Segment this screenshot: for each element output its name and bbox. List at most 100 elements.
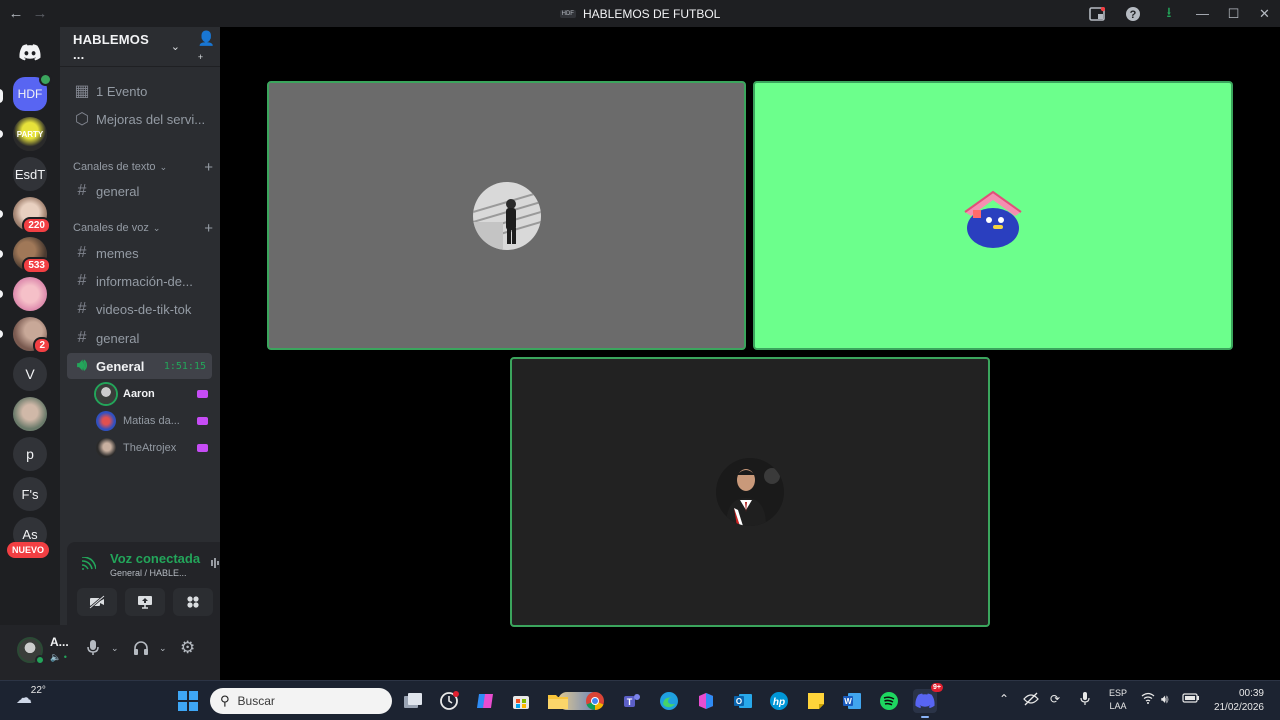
- unread-pill: [0, 210, 3, 218]
- avatar: [96, 438, 116, 458]
- server-p[interactable]: p: [13, 437, 47, 471]
- chevron-down-icon[interactable]: ⌄: [111, 643, 119, 654]
- voice-subtitle[interactable]: General / HABLE...: [110, 568, 187, 578]
- spotify-icon[interactable]: [877, 689, 901, 713]
- battery-icon[interactable]: [1182, 692, 1200, 707]
- headphones-icon[interactable]: [133, 640, 149, 660]
- file-explorer-icon[interactable]: [546, 689, 570, 713]
- taskbar-search[interactable]: ⚲ Buscar: [210, 688, 600, 714]
- system-clock[interactable]: 00:39 21/02/2026: [1210, 687, 1264, 715]
- screen-share-button[interactable]: [125, 588, 165, 616]
- participant-avatar: [716, 458, 784, 526]
- server-esdt[interactable]: EsdT: [13, 157, 47, 191]
- signal-icon[interactable]: [80, 556, 97, 574]
- hp-icon[interactable]: hp: [767, 689, 791, 713]
- channel-label: memes: [96, 245, 139, 261]
- server-dm-533[interactable]: 533: [13, 237, 51, 274]
- voice-user-aaron[interactable]: Aaron: [96, 383, 212, 405]
- weather-temp: 22°: [30, 685, 46, 696]
- weather-widget[interactable]: ☁ 22°: [16, 685, 50, 708]
- server-v[interactable]: V: [13, 357, 47, 391]
- maximize-icon[interactable]: ☐: [1218, 0, 1249, 27]
- voice-user-matias[interactable]: Matias da...: [96, 410, 212, 432]
- camera-off-button[interactable]: [77, 588, 117, 616]
- forward-arrow-icon[interactable]: →: [32, 5, 48, 22]
- participant-tile-matias[interactable]: [753, 81, 1233, 350]
- voice-user-name: Matias da...: [123, 415, 180, 427]
- tray-icon-eye-off[interactable]: [1023, 692, 1039, 709]
- add-channel-icon[interactable]: +: [204, 220, 213, 237]
- volume-icon[interactable]: 🔊︎: [1161, 692, 1169, 707]
- category-voice[interactable]: Canales de voz ⌄ +: [73, 220, 213, 237]
- server-label: EsdT: [14, 166, 46, 182]
- boost-row[interactable]: ⬡ Mejoras del servi...: [67, 106, 212, 132]
- server-label: PARTY: [16, 129, 44, 139]
- start-button[interactable]: [176, 689, 200, 713]
- settings-gear-icon[interactable]: ⚙: [180, 638, 195, 658]
- voice-channel-general[interactable]: 🔊︎ General 1:51:15: [67, 353, 212, 379]
- channel-text-general[interactable]: # general: [67, 178, 212, 204]
- app-clock-icon[interactable]: [437, 689, 461, 713]
- avatar: [96, 384, 116, 404]
- channel-videos[interactable]: # videos-de-tik-tok: [67, 296, 212, 322]
- activities-button[interactable]: [173, 588, 213, 616]
- server-label: p: [26, 446, 34, 462]
- windows-taskbar: ☁ 22° ⚲ Buscar T O hp W 9+ ⌃ ⟳ ESP LAA 🔊…: [0, 680, 1280, 720]
- server-party[interactable]: PARTY: [13, 117, 47, 151]
- streaming-icon: [197, 417, 208, 425]
- category-text[interactable]: Canales de texto ⌄ +: [73, 159, 213, 176]
- office-icon[interactable]: [694, 689, 718, 713]
- voice-status[interactable]: Voz conectada: [110, 551, 200, 566]
- server-dm-220[interactable]: 220: [13, 197, 51, 234]
- events-label: 1 Evento: [96, 83, 148, 99]
- discord-taskbar-icon[interactable]: 9+: [913, 683, 943, 718]
- user-panel: A... 🔈 • ⌄ ⌄ ⚙: [0, 625, 220, 680]
- channel-general-2[interactable]: # general: [67, 325, 212, 351]
- chevron-down-icon[interactable]: ⌄: [159, 643, 167, 654]
- channel-informacion[interactable]: # información-de...: [67, 268, 212, 294]
- guild-header[interactable]: HABLEMOS ... ⌄ 👤+: [60, 27, 220, 67]
- server-photo[interactable]: [13, 397, 47, 431]
- copilot-icon[interactable]: [473, 689, 497, 713]
- discord-home-icon[interactable]: [13, 35, 47, 69]
- wifi-icon[interactable]: [1141, 692, 1155, 707]
- store-icon[interactable]: [509, 689, 533, 713]
- back-arrow-icon[interactable]: ←: [8, 5, 24, 22]
- help-icon[interactable]: ?: [1115, 0, 1151, 27]
- invite-user-icon[interactable]: 👤+: [198, 30, 220, 63]
- server-fs[interactable]: F's: [13, 477, 47, 511]
- events-row[interactable]: ▦ 1 Evento: [67, 78, 212, 104]
- mention-badge: 2: [33, 337, 51, 354]
- sticky-notes-icon[interactable]: [804, 689, 828, 713]
- server-label: As: [22, 526, 38, 542]
- word-icon[interactable]: W: [840, 689, 864, 713]
- outlook-icon[interactable]: O: [731, 689, 755, 713]
- channel-label: videos-de-tik-tok: [96, 301, 192, 317]
- input-language[interactable]: ESP LAA: [1109, 687, 1127, 713]
- chevron-up-icon[interactable]: ⌃: [999, 692, 1009, 706]
- server-hdf[interactable]: HDF: [13, 73, 52, 111]
- microphone-icon[interactable]: [87, 640, 99, 660]
- close-icon[interactable]: ✕: [1249, 0, 1280, 27]
- channel-label: general: [96, 330, 140, 346]
- server-pink[interactable]: [13, 277, 47, 311]
- teams-icon[interactable]: T: [620, 689, 644, 713]
- participant-tile-aaron[interactable]: [267, 81, 746, 350]
- microphone-tray-icon[interactable]: [1080, 692, 1090, 709]
- download-icon[interactable]: ⭳: [1151, 0, 1187, 27]
- inbox-icon[interactable]: [1079, 0, 1115, 27]
- server-dm-2[interactable]: 2: [13, 317, 51, 354]
- svg-text:?: ?: [1130, 9, 1137, 21]
- user-name[interactable]: A...: [50, 635, 69, 649]
- sync-icon[interactable]: ⟳: [1050, 692, 1060, 706]
- lang-bottom: LAA: [1109, 701, 1127, 711]
- chrome-icon[interactable]: [583, 689, 607, 713]
- minimize-icon[interactable]: —: [1187, 0, 1218, 27]
- channel-memes[interactable]: # memes: [67, 240, 212, 266]
- server-mini-icon: HDF: [559, 9, 576, 18]
- voice-user-theatrojex[interactable]: TheAtrojex: [96, 437, 212, 459]
- participant-tile-theatrojex[interactable]: [510, 357, 990, 627]
- add-channel-icon[interactable]: +: [204, 159, 213, 176]
- task-view-icon[interactable]: [401, 689, 425, 713]
- edge-icon[interactable]: [657, 689, 681, 713]
